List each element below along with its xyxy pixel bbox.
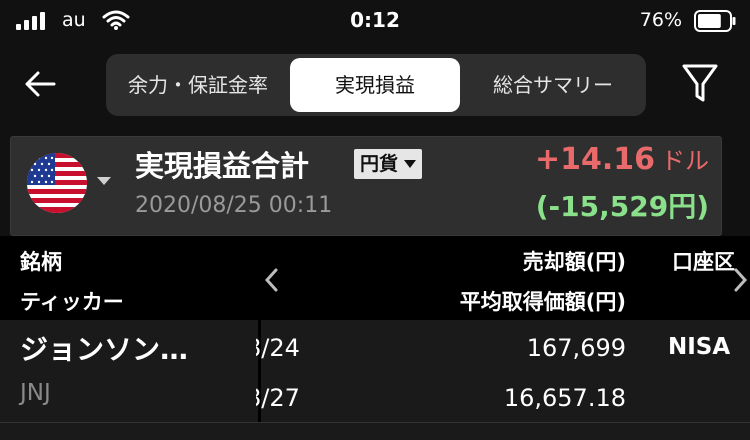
col-header-avg-cost: 平均取得価額(円) [459, 290, 626, 314]
filter-icon[interactable] [680, 62, 720, 106]
summary-title: 実現損益合計 [135, 149, 310, 183]
pnl-usd: +14.16 ドル [535, 141, 709, 177]
currency-dropdown[interactable]: 円貨 [354, 149, 423, 179]
chevron-right-icon[interactable] [730, 266, 750, 294]
segmented-control: 余力・保証金率 実現損益 総合サマリー [106, 54, 646, 116]
tab-realized-pnl[interactable]: 実現損益 [290, 58, 460, 112]
chevron-down-icon[interactable] [97, 177, 111, 185]
col-header-account: 口座区 [672, 250, 735, 274]
tab-margin-rate[interactable]: 余力・保証金率 [110, 58, 286, 112]
arrow-left-icon[interactable] [20, 64, 60, 104]
row-sale-amount: 167,699 [526, 334, 626, 362]
row-date-2: 8/27 [256, 384, 300, 412]
col-header-ticker: ティッカー [20, 290, 124, 314]
row-divider [0, 422, 750, 423]
row-ticker: JNJ [20, 380, 51, 406]
battery-icon [694, 10, 736, 32]
pnl-jpy: (-15,529円) [535, 190, 709, 223]
clock: 0:12 [350, 8, 400, 32]
row-account: NISA [668, 334, 731, 360]
row-date-1: 8/24 [256, 334, 300, 362]
pnl-summary-card: 実現損益合計 円貨 2020/08/25 00:11 +14.16 ドル (-15… [10, 136, 722, 236]
row-stock-name: ジョンソン… [20, 333, 189, 366]
col-header-name: 銘柄 [20, 250, 62, 274]
status-bar: au 0:12 76% [0, 0, 750, 44]
col-header-sale: 売却額(円) [522, 250, 626, 274]
row-avg-cost: 16,657.18 [503, 384, 626, 412]
pnl-usd-value: +14.16 [534, 142, 655, 177]
battery-percent: 76% [639, 9, 682, 31]
us-flag-icon[interactable] [27, 153, 87, 213]
chevron-left-icon[interactable] [262, 266, 282, 294]
nav-header: 余力・保証金率 実現損益 総合サマリー [0, 50, 750, 122]
pnl-usd-unit: ドル [661, 147, 709, 175]
summary-datetime: 2020/08/25 00:11 [135, 193, 333, 218]
tab-summary[interactable]: 総合サマリー [464, 58, 642, 112]
